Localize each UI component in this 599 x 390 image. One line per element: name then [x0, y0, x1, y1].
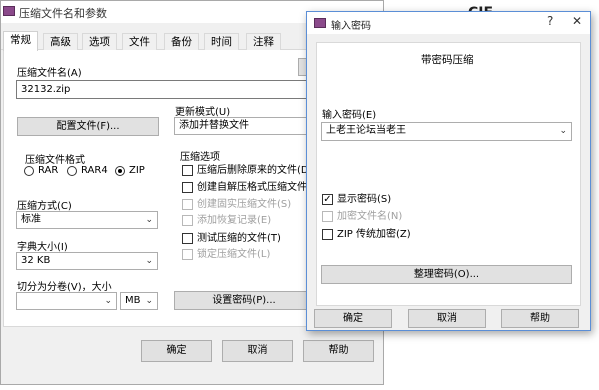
option-create-sfx-label: 创建自解压格式压缩文件 — [197, 182, 307, 193]
radio-dot — [24, 166, 34, 176]
option-recovery-record: 添加恢复记录(E) — [182, 215, 271, 228]
set-password-button[interactable]: 设置密码(P)... — [174, 291, 314, 310]
format-rar4-label: RAR4 — [81, 165, 108, 176]
show-password-checkbox[interactable]: ✓ 显示密码(S) — [322, 194, 391, 207]
split-volumes-label: 切分为分卷(V)，大小 — [17, 282, 112, 293]
tab-time[interactable]: 时间 — [204, 33, 239, 50]
tab-comment[interactable]: 注释 — [246, 33, 281, 50]
options-group-label: 压缩选项 — [180, 152, 220, 163]
checkbox — [182, 199, 193, 210]
option-delete-after-label: 压缩后删除原来的文件(D — [197, 165, 309, 176]
format-rar-label: RAR — [38, 165, 59, 176]
enter-password-label: 输入密码(E) — [322, 110, 377, 121]
checkbox — [182, 165, 193, 176]
help-icon[interactable]: ? — [547, 14, 553, 28]
option-delete-after[interactable]: 压缩后删除原来的文件(D — [182, 165, 309, 178]
encrypt-names-label: 加密文件名(N) — [337, 211, 403, 222]
main-help-button[interactable]: 帮助 — [303, 340, 374, 362]
checkbox — [182, 233, 193, 244]
dict-size-select[interactable]: 32 KB ⌄ — [16, 252, 158, 270]
zip-legacy-label: ZIP 传统加密(Z) — [337, 229, 411, 240]
profiles-button[interactable]: 配置文件(F)... — [17, 117, 159, 136]
winrar-icon — [3, 6, 15, 16]
method-label: 压缩方式(C) — [17, 201, 72, 212]
option-test-label: 测试压缩的文件(T) — [197, 233, 281, 244]
split-unit-select[interactable]: MB ⌄ — [120, 292, 158, 310]
password-dialog-title: 输入密码 — [331, 21, 371, 32]
chevron-down-icon: ⌄ — [145, 215, 153, 225]
zip-legacy-checkbox[interactable]: ZIP 传统加密(Z) — [322, 229, 411, 242]
winrar-icon — [314, 18, 326, 28]
password-header: 带密码压缩 — [421, 54, 474, 66]
format-rar4-radio[interactable]: RAR4 — [67, 165, 108, 178]
checkbox — [182, 182, 193, 193]
split-size-input[interactable]: ⌄ — [16, 292, 117, 310]
chevron-down-icon: ⌄ — [145, 296, 153, 306]
radio-dot-selected — [115, 166, 125, 176]
chevron-down-icon: ⌄ — [559, 126, 567, 136]
checkbox — [322, 211, 333, 222]
option-test-archive[interactable]: 测试压缩的文件(T) — [182, 233, 281, 246]
encrypt-names-checkbox: 加密文件名(N) — [322, 211, 402, 224]
option-solid-label: 创建固实压缩文件(S) — [197, 199, 292, 210]
method-select[interactable]: 标准 ⌄ — [16, 211, 158, 229]
archive-name-input[interactable]: 32132.zip — [16, 80, 316, 99]
password-input[interactable]: 上老王论坛当老王 ⌄ — [321, 122, 572, 141]
option-solid: 创建固实压缩文件(S) — [182, 199, 291, 212]
dict-size-label: 字典大小(I) — [17, 242, 68, 253]
password-ok-button[interactable]: 确定 — [314, 309, 392, 328]
password-cancel-button[interactable]: 取消 — [408, 309, 486, 328]
close-icon[interactable]: ✕ — [572, 14, 582, 28]
split-unit-value: MB — [125, 295, 141, 306]
checkbox — [182, 215, 193, 226]
tab-options[interactable]: 选项 — [82, 33, 117, 50]
update-mode-select[interactable]: 添加并替换文件 — [174, 117, 314, 135]
checkbox — [182, 249, 193, 260]
password-value: 上老王论坛当老王 — [326, 125, 406, 136]
dict-size-value: 32 KB — [21, 255, 51, 266]
update-mode-value: 添加并替换文件 — [179, 120, 249, 131]
tab-backup[interactable]: 备份 — [164, 33, 199, 50]
radio-dot — [67, 166, 77, 176]
tab-files[interactable]: 文件 — [122, 33, 157, 50]
tab-advanced[interactable]: 高级 — [43, 33, 78, 50]
option-create-sfx[interactable]: 创建自解压格式压缩文件 — [182, 182, 307, 195]
main-ok-button[interactable]: 确定 — [141, 340, 212, 362]
main-cancel-button[interactable]: 取消 — [222, 340, 293, 362]
option-recovery-label: 添加恢复记录(E) — [197, 215, 272, 226]
password-dialog: 输入密码 ? ✕ 带密码压缩 输入密码(E) 上老王论坛当老王 ⌄ ✓ 显示密码(S… — [306, 11, 591, 331]
method-value: 标准 — [21, 214, 41, 225]
checkbox — [322, 229, 333, 240]
option-lock-label: 锁定压缩文件(L) — [197, 249, 271, 260]
format-rar-radio[interactable]: RAR — [24, 165, 58, 178]
organize-passwords-button[interactable]: 整理密码(O)... — [321, 265, 572, 284]
format-zip-radio[interactable]: ZIP — [115, 165, 145, 178]
tab-general[interactable]: 常规 — [3, 31, 38, 51]
password-titlebar: 输入密码 ? ✕ — [307, 12, 590, 34]
chevron-down-icon: ⌄ — [104, 296, 112, 306]
format-label: 压缩文件格式 — [25, 155, 85, 166]
archive-name-label: 压缩文件名(A) — [17, 68, 82, 79]
option-lock-archive: 锁定压缩文件(L) — [182, 249, 270, 262]
main-window-title: 压缩文件名和参数 — [19, 7, 107, 20]
check-icon: ✓ — [322, 194, 333, 205]
show-password-label: 显示密码(S) — [337, 194, 392, 205]
chevron-down-icon: ⌄ — [145, 256, 153, 266]
password-help-button[interactable]: 帮助 — [501, 309, 579, 328]
format-zip-label: ZIP — [129, 165, 145, 176]
update-mode-label: 更新模式(U) — [175, 107, 231, 118]
